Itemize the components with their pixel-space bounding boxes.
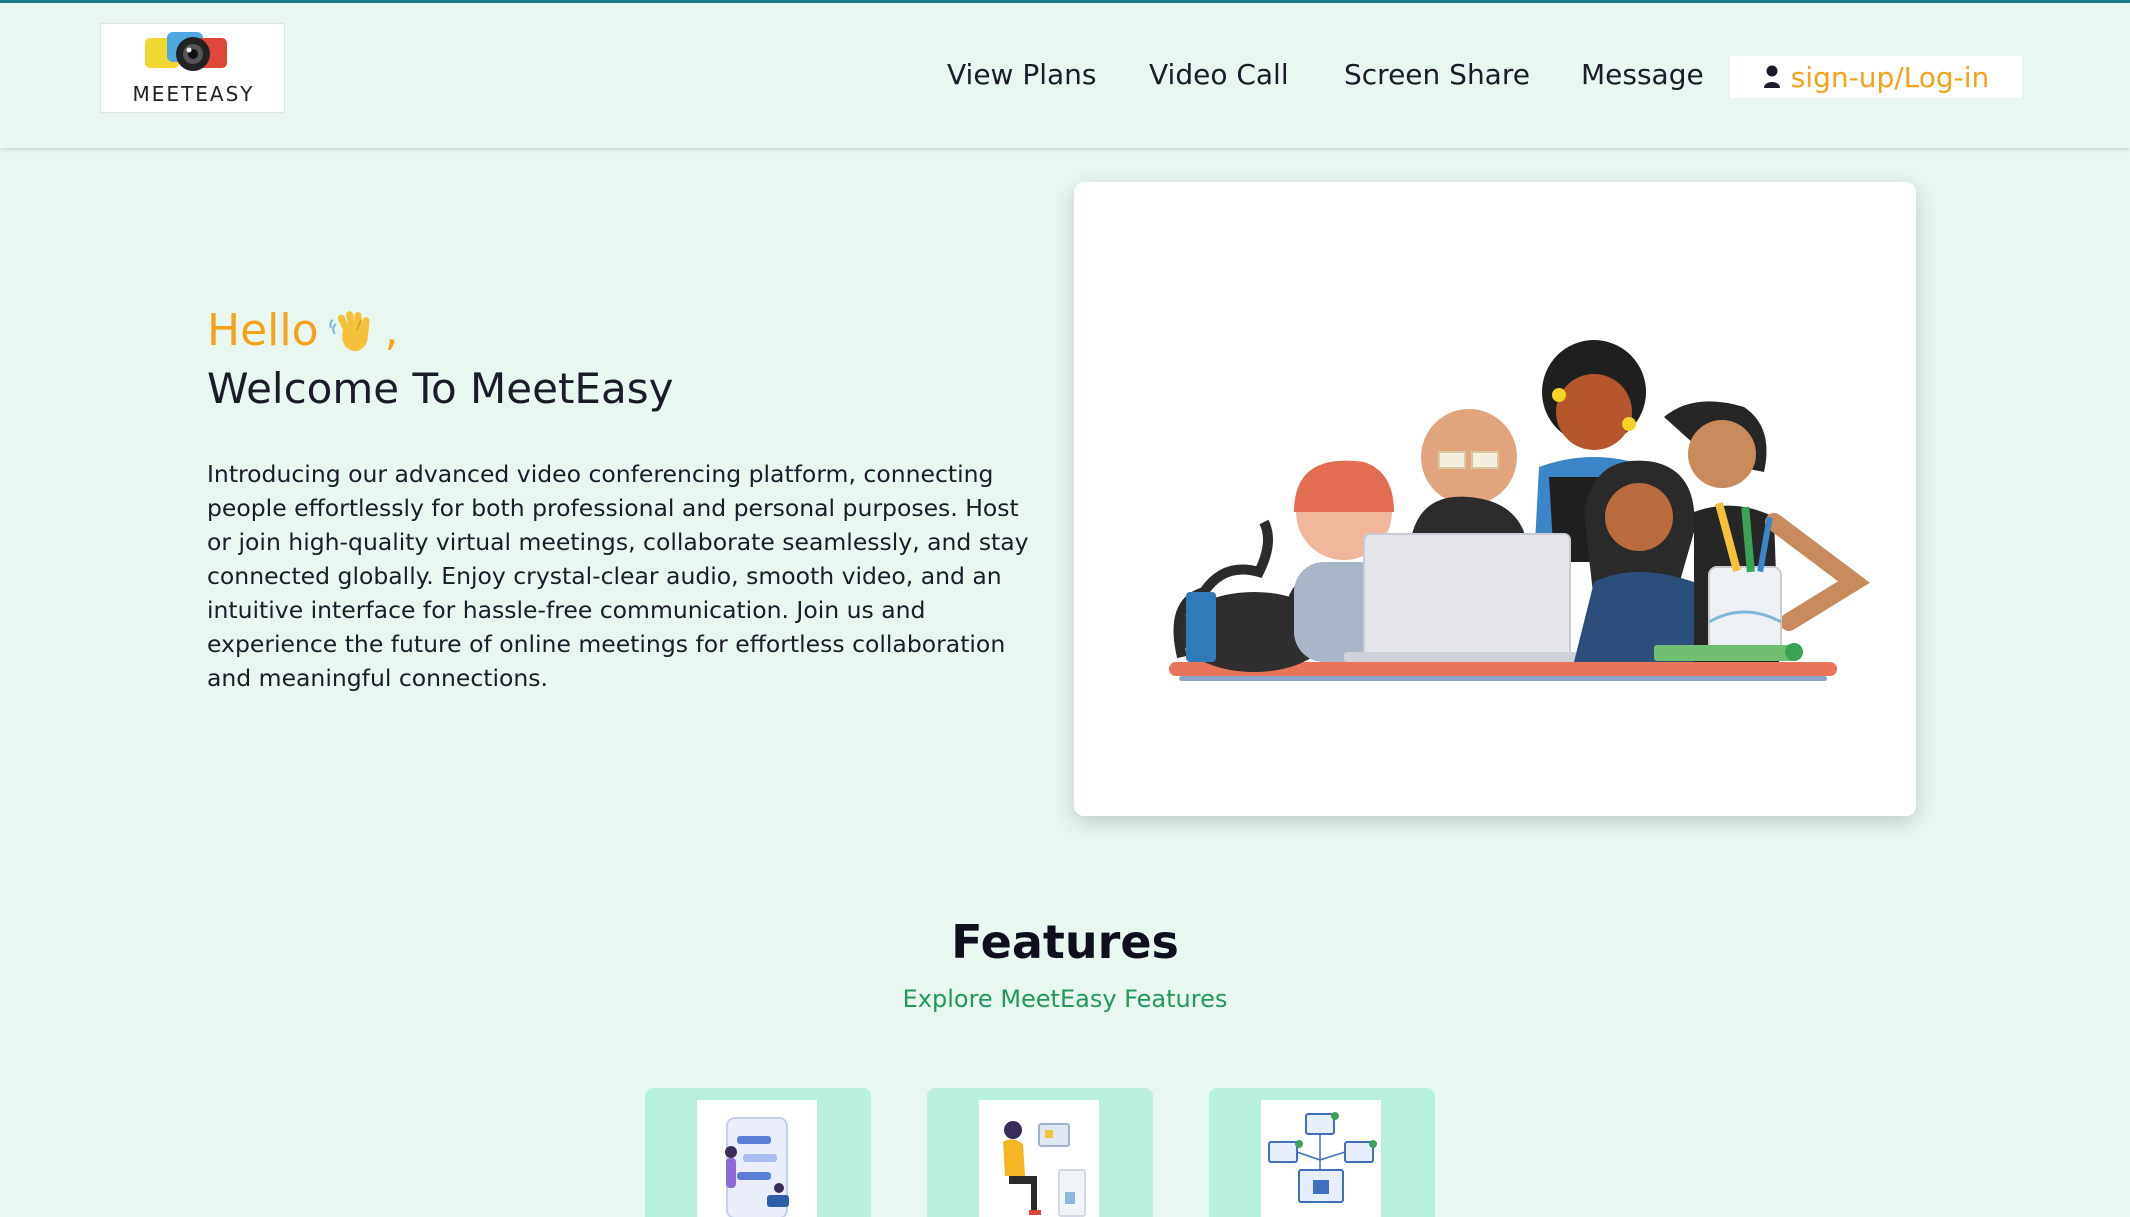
hero-description: Introducing our advanced video conferenc… bbox=[207, 460, 1029, 692]
user-icon bbox=[1763, 65, 1780, 88]
hero-title: Welcome To MeetEasy bbox=[207, 364, 674, 413]
nav-video-call[interactable]: Video Call bbox=[1149, 58, 1289, 91]
nav-screen-share[interactable]: Screen Share bbox=[1344, 58, 1530, 91]
feature-image-desk bbox=[979, 1100, 1099, 1217]
feature-image-chat bbox=[697, 1100, 817, 1217]
features-title: Features bbox=[951, 915, 1179, 969]
feature-card[interactable] bbox=[927, 1088, 1153, 1217]
feature-card[interactable] bbox=[1209, 1088, 1435, 1217]
hero-greeting: Hello , bbox=[207, 305, 1047, 356]
phone-chat-illustration bbox=[725, 1117, 789, 1217]
waving-hand-icon bbox=[328, 310, 370, 351]
feature-card[interactable] bbox=[645, 1088, 871, 1217]
connected-screens-illustration bbox=[1268, 1112, 1377, 1203]
team-meeting-illustration bbox=[1169, 340, 1870, 681]
login-button[interactable]: sign-up/Log-in bbox=[1730, 56, 2022, 98]
feature-image-network bbox=[1261, 1100, 1381, 1217]
desk-work-illustration bbox=[1003, 1121, 1086, 1217]
features-subtitle: Explore MeetEasy Features bbox=[902, 985, 1228, 1013]
greeting-comma: , bbox=[384, 305, 399, 356]
nav-message[interactable]: Message bbox=[1581, 58, 1704, 91]
login-label: sign-up/Log-in bbox=[1790, 60, 1990, 94]
hero-illustration-card bbox=[1074, 182, 1916, 816]
hero-text: Hello , Welcome To MeetEasy Introducing … bbox=[207, 305, 1047, 695]
nav-view-plans[interactable]: View Plans bbox=[947, 58, 1097, 91]
greeting-text: Hello bbox=[207, 305, 319, 356]
navbar: MEETEASY View Plans Video Call Screen Sh… bbox=[0, 3, 2130, 148]
